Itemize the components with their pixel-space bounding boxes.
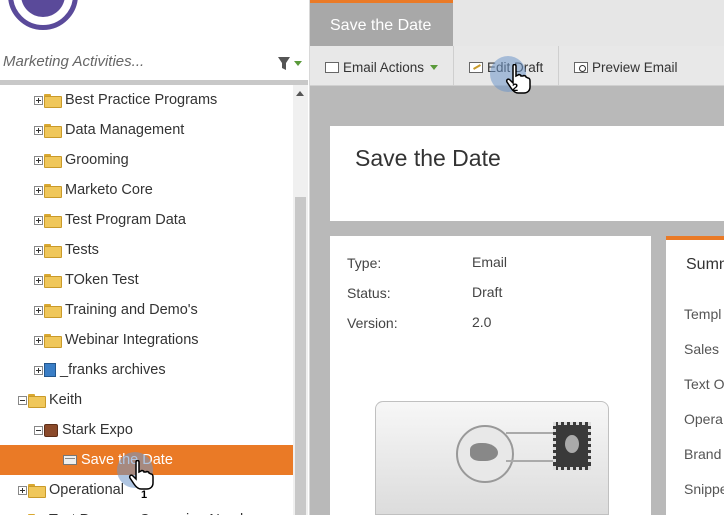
tree-item[interactable]: Test Program Campaign Numbers	[0, 505, 293, 515]
expand-icon[interactable]	[34, 365, 43, 375]
tree-item[interactable]: _franks archives	[0, 355, 293, 385]
summary-title: Summ	[686, 256, 724, 273]
summary-row: Sales I	[684, 341, 724, 357]
folder-icon	[44, 214, 62, 228]
email-actions-button[interactable]: Email Actions	[325, 57, 439, 77]
tree-item[interactable]: Webinar Integrations	[0, 325, 293, 355]
tree-item-label: Webinar Integrations	[65, 332, 199, 348]
tree-item-label: Tests	[65, 242, 99, 258]
summary-row: Opera	[684, 411, 723, 427]
version-value: 2.0	[472, 314, 492, 330]
step-number: 1	[141, 489, 148, 501]
expand-icon[interactable]	[34, 305, 43, 315]
marketo-logo	[8, 0, 78, 30]
tree-item-label: Keith	[49, 392, 83, 408]
tab-save-the-date[interactable]: Save the Date	[310, 0, 453, 46]
asset-content: Save the Date Type: Email Status: Draft …	[310, 86, 724, 515]
tree-item[interactable]: Test Program Data	[0, 205, 293, 235]
expand-icon[interactable]	[34, 95, 43, 105]
folder-icon	[44, 154, 62, 168]
summary-panel: Summ Templ Sales I Text O Opera Brand Sn…	[666, 236, 724, 515]
edit-icon	[469, 61, 483, 73]
expand-icon[interactable]	[34, 245, 43, 255]
status-label: Status:	[347, 285, 391, 301]
tree-item[interactable]: Tests	[0, 235, 293, 265]
expand-icon[interactable]	[34, 155, 43, 165]
collapse-icon[interactable]	[18, 395, 27, 405]
tree-item-label: Grooming	[65, 152, 129, 168]
preview-email-label: Preview Email	[592, 59, 678, 75]
tree-item[interactable]: Stark Expo	[0, 415, 293, 445]
type-label: Type:	[347, 255, 382, 271]
expand-icon[interactable]	[34, 275, 43, 285]
tree-search-box[interactable]: Marketing Activities...	[0, 50, 308, 82]
status-value: Draft	[472, 284, 503, 300]
folder-icon	[44, 274, 62, 288]
hand-cursor-icon	[129, 460, 154, 490]
tree-item-label: Best Practice Programs	[65, 92, 218, 108]
asset-title: Save the Date	[355, 145, 501, 171]
marketing-activities-sidebar: Marketing Activities... Best Practice Pr…	[0, 0, 310, 515]
email-thumbnail[interactable]	[375, 401, 609, 515]
tree-scrollbar[interactable]	[293, 85, 308, 515]
scroll-thumb[interactable]	[295, 197, 306, 515]
tree-item-label: Operational	[49, 482, 124, 498]
tree-search-input[interactable]: Marketing Activities...	[3, 53, 144, 70]
tree-item-label: Training and Demo's	[65, 302, 198, 318]
tree-item-label: Marketo Core	[65, 182, 153, 198]
tree-item[interactable]: TOken Test	[0, 265, 293, 295]
tree-item-label: TOken Test	[65, 272, 139, 288]
tree-item[interactable]: Marketo Core	[0, 175, 293, 205]
collapse-icon[interactable]	[34, 425, 43, 435]
expand-icon[interactable]	[18, 485, 27, 495]
type-value: Email	[472, 254, 508, 270]
tree-item[interactable]: Data Management	[0, 115, 293, 145]
tree-item-label: _franks archives	[60, 362, 166, 378]
expand-icon[interactable]	[34, 215, 43, 225]
asset-info-panel: Type: Email Status: Draft Version: 2.0	[330, 236, 651, 515]
folder-icon	[28, 394, 46, 408]
summary-row: Templ	[684, 306, 722, 322]
email-icon	[63, 455, 77, 465]
archive-icon	[44, 363, 56, 377]
folder-icon	[44, 244, 62, 258]
version-label: Version:	[347, 315, 398, 331]
folder-icon	[44, 334, 62, 348]
summary-row: Brand	[684, 446, 722, 462]
step-number: 2	[512, 82, 519, 94]
folder-icon	[44, 94, 62, 108]
folder-icon	[28, 484, 46, 498]
tree-item[interactable]: Best Practice Programs	[0, 85, 293, 115]
tree-item-label: Test Program Data	[65, 212, 186, 228]
tab-label: Save the Date	[330, 17, 432, 34]
folder-icon	[44, 304, 62, 318]
toolbar-divider	[453, 46, 454, 86]
program-icon	[44, 423, 58, 437]
dropdown-arrow-icon	[430, 64, 439, 70]
summary-row: Text O	[684, 376, 724, 392]
summary-row: Snippe	[684, 481, 724, 497]
email-icon	[325, 61, 339, 73]
scroll-up-icon[interactable]	[296, 91, 304, 96]
tree-item[interactable]: Grooming	[0, 145, 293, 175]
expand-icon[interactable]	[34, 185, 43, 195]
asset-title-panel: Save the Date	[330, 126, 724, 221]
toolbar-divider	[558, 46, 559, 86]
folder-icon	[44, 184, 62, 198]
tree-item[interactable]: Training and Demo's	[0, 295, 293, 325]
filter-icon[interactable]	[276, 55, 304, 73]
preview-email-button[interactable]: Preview Email	[574, 57, 678, 77]
expand-icon[interactable]	[34, 125, 43, 135]
expand-icon[interactable]	[34, 335, 43, 345]
tree-item-label: Data Management	[65, 122, 185, 138]
preview-icon	[574, 61, 588, 73]
folder-icon	[44, 124, 62, 138]
tree-item-label: Stark Expo	[62, 422, 133, 438]
tree-item[interactable]: Keith	[0, 385, 293, 415]
stamp-icon	[553, 422, 591, 470]
email-actions-label: Email Actions	[343, 59, 425, 75]
